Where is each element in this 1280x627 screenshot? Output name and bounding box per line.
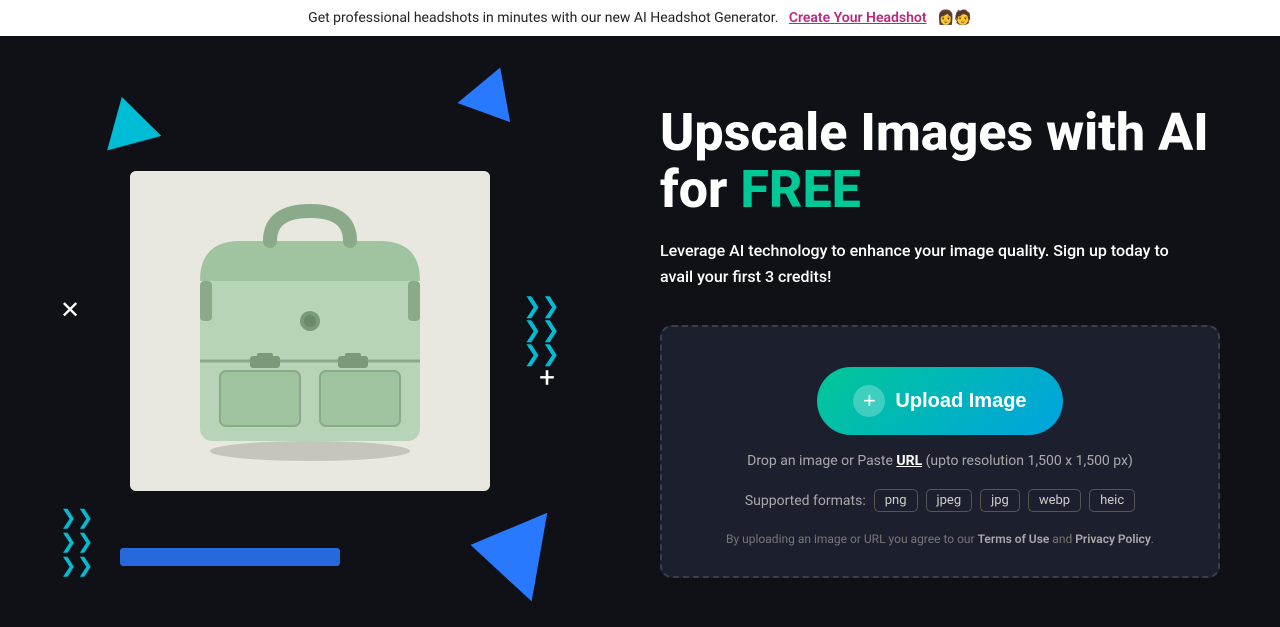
deco-chevron-down-icon-3: ❯❯ [60, 554, 94, 576]
upload-image-button[interactable]: + Upload Image [817, 367, 1062, 435]
format-badge-heic: heic [1089, 489, 1135, 512]
deco-chevrons-bottom: ❯❯ ❯❯ ❯❯ [60, 506, 94, 576]
headline-line1: Upscale Images with AI [660, 102, 1209, 163]
deco-plus-icon: + [539, 361, 555, 394]
right-panel: Upscale Images with AI for FREE Leverage… [620, 36, 1280, 626]
headline-free: FREE [740, 159, 860, 220]
deco-triangle-bottom-right-icon [463, 501, 548, 602]
formats-row: Supported formats: png jpeg jpg webp hei… [692, 489, 1188, 512]
deco-chevron-down-icon-1: ❯❯ [60, 506, 94, 528]
upload-card: + Upload Image Drop an image or Paste UR… [660, 325, 1220, 578]
upload-plus-icon: + [853, 385, 885, 417]
drop-text: Drop an image or Paste URL (upto resolut… [692, 453, 1188, 469]
bag-svg-illustration [160, 191, 460, 471]
drop-text-prefix: Drop an image or Paste [747, 453, 896, 469]
deco-chevron-down-icon-2: ❯❯ [60, 530, 94, 552]
deco-triangle-top-left-icon [95, 90, 162, 151]
deco-chevron-icon-1: ❯❯ [523, 296, 560, 318]
deco-chevrons-right: ❯❯ ❯❯ ❯❯ [523, 296, 560, 366]
format-badge-webp: webp [1028, 489, 1081, 512]
terms-text: By uploading an image or URL you agree t… [692, 532, 1188, 546]
deco-chevron-icon-2: ❯❯ [523, 320, 560, 342]
hero-subtext: Leverage AI technology to enhance your i… [660, 238, 1180, 289]
deco-cross-icon: ✕ [60, 296, 80, 324]
terms-and: and [1049, 532, 1075, 546]
terms-prefix: By uploading an image or URL you agree t… [726, 532, 978, 546]
drop-text-suffix: (upto resolution 1,500 x 1,500 px) [922, 453, 1133, 469]
deco-triangle-top-right-icon [457, 58, 526, 122]
bag-image [130, 171, 490, 491]
headline-line2-prefix: for [660, 159, 740, 220]
terms-of-use-link[interactable]: Terms of Use [978, 532, 1050, 546]
left-panel: ❯❯ ❯❯ ❯❯ ✕ + ❯❯ ❯❯ ❯❯ [0, 36, 620, 626]
format-badge-png: png [874, 489, 918, 512]
upload-button-label: Upload Image [895, 390, 1026, 413]
banner-emojis: 👩🧑 [937, 10, 972, 26]
formats-label: Supported formats: [745, 493, 866, 509]
top-banner: Get professional headshots in minutes wi… [0, 0, 1280, 36]
main-content: ❯❯ ❯❯ ❯❯ ✕ + ❯❯ ❯❯ ❯❯ [0, 36, 1280, 626]
privacy-policy-link[interactable]: Privacy Policy [1075, 532, 1151, 546]
page-title: Upscale Images with AI for FREE [660, 104, 1220, 218]
format-badge-jpeg: jpeg [926, 489, 973, 512]
format-badge-jpg: jpg [980, 489, 1020, 512]
banner-text: Get professional headshots in minutes wi… [308, 10, 778, 26]
deco-bar-bottom [120, 548, 340, 566]
banner-cta-link[interactable]: Create Your Headshot [789, 10, 927, 26]
url-link[interactable]: URL [896, 453, 922, 469]
terms-suffix: . [1151, 532, 1154, 546]
